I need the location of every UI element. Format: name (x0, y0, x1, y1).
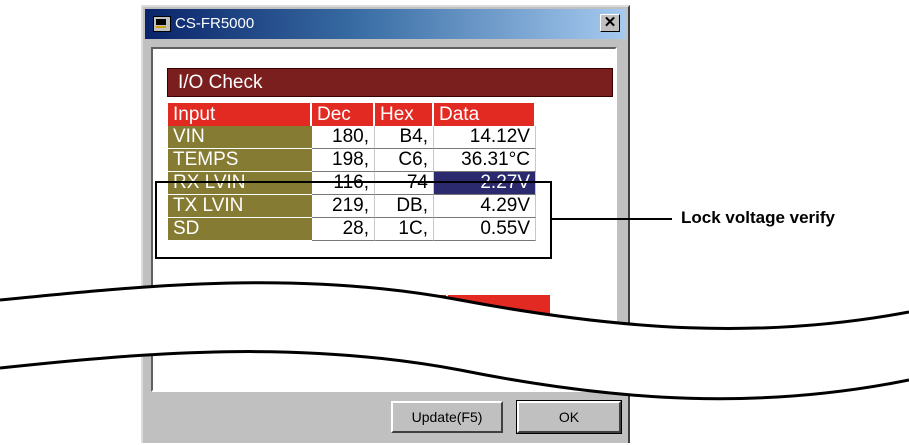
col-header-input: Input (168, 103, 312, 126)
col-header-data: Data (434, 103, 536, 126)
highlight-box (155, 181, 552, 259)
lower-header-hex: Hex (387, 295, 446, 325)
annotation-label: Lock voltage verify (681, 208, 836, 227)
table-row[interactable]: TEMPS 198, C6, 36.31°C (168, 149, 536, 172)
lower-header-data: Data (448, 295, 550, 325)
row-data: 14.12V (434, 126, 536, 149)
close-button[interactable]: ✕ (600, 14, 620, 32)
col-header-hex: Hex (375, 103, 434, 126)
lower-header-dec (312, 295, 385, 325)
row-name: TEMPS (168, 149, 312, 172)
row-data: 36.31°C (434, 149, 536, 172)
window-title: CS-FR5000 (175, 15, 255, 32)
col-header-dec: Dec (312, 103, 375, 126)
title-bar[interactable]: CS-FR5000 ✕ (145, 9, 626, 39)
app-icon (153, 16, 171, 32)
button-bar: Update(F5) OK (151, 395, 623, 445)
update-button[interactable]: Update(F5) (391, 401, 503, 433)
row-hex: B4, (375, 126, 434, 149)
close-icon: ✕ (603, 14, 617, 31)
ok-button[interactable]: OK (516, 400, 622, 434)
panel-header: I/O Check (167, 68, 613, 97)
row-name: VIN (168, 126, 312, 149)
leader-line (552, 218, 672, 220)
row-dec: 198, (312, 149, 375, 172)
table-row[interactable]: VIN 180, B4, 14.12V (168, 126, 536, 149)
row-hex: C6, (375, 149, 434, 172)
panel-title: I/O Check (178, 72, 263, 93)
row-dec: 180, (312, 126, 375, 149)
table-header-row: Input Dec Hex Data (168, 103, 536, 126)
